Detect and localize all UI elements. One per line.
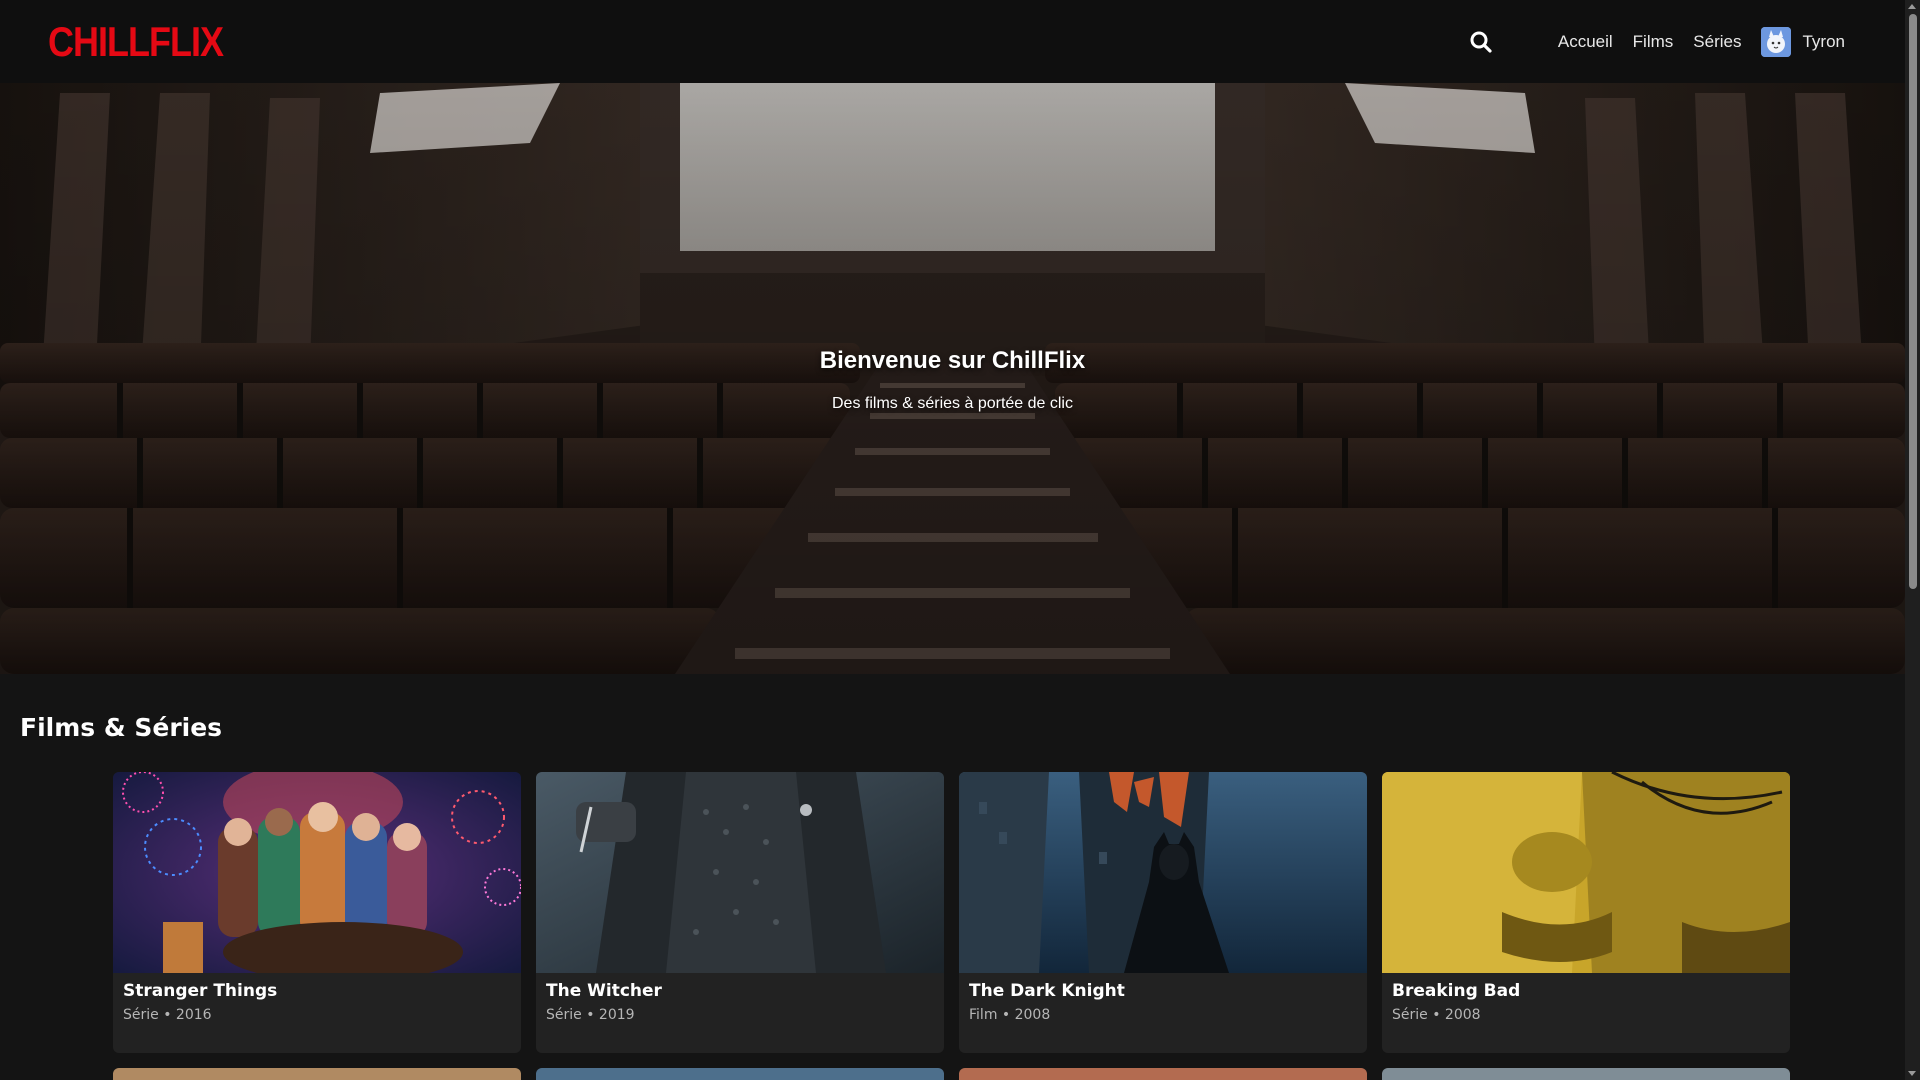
nav-link-films[interactable]: Films (1633, 32, 1674, 52)
card-body: The Dark Knight Film • 2008 (959, 973, 1367, 1031)
card-meta: Série • 2016 (123, 1007, 212, 1023)
card-meta: Série • 2019 (546, 1007, 635, 1023)
nav-link-series[interactable]: Séries (1693, 32, 1741, 52)
cinema-hall-image (0, 83, 1905, 674)
top-navbar: CHILLFLIX Accueil Films Séries Tyron (0, 0, 1905, 83)
page-scrollbar[interactable] (1905, 0, 1920, 1080)
user-name: Tyron (1802, 31, 1845, 51)
poster-image (536, 772, 944, 973)
poster-image (959, 772, 1367, 973)
hero-banner: Bienvenue sur ChillFlix Des films & séri… (0, 83, 1905, 674)
media-card-partial-4[interactable] (1382, 1068, 1790, 1080)
media-grid: Stranger Things Série • 2016 The Witcher… (113, 772, 1793, 1080)
media-card-stranger-things[interactable]: Stranger Things Série • 2016 (113, 772, 521, 1053)
card-title: The Witcher (546, 981, 662, 1001)
scroll-down-arrow-icon[interactable] (1908, 1071, 1916, 1076)
card-title: Breaking Bad (1392, 981, 1521, 1001)
media-card-partial-1[interactable] (113, 1068, 521, 1080)
nav-right: Accueil Films Séries Tyron (1466, 0, 1857, 83)
section-title: Films & Séries (20, 713, 223, 742)
card-body: Stranger Things Série • 2016 (113, 973, 521, 1031)
card-meta: Film • 2008 (969, 1007, 1051, 1023)
scroll-up-arrow-icon[interactable] (1908, 4, 1916, 9)
user-profile[interactable]: Tyron (1761, 26, 1845, 57)
media-card-partial-2[interactable] (536, 1068, 944, 1080)
media-card-breaking-bad[interactable]: Breaking Bad Série • 2008 (1382, 772, 1790, 1053)
nav-link-accueil[interactable]: Accueil (1558, 32, 1613, 52)
poster-image (1382, 1068, 1790, 1080)
scroll-thumb[interactable] (1909, 14, 1917, 589)
card-body: Breaking Bad Série • 2008 (1382, 973, 1790, 1031)
card-title: The Dark Knight (969, 981, 1125, 1001)
poster-image (113, 772, 521, 973)
avatar-icon (1761, 26, 1792, 57)
poster-image (536, 1068, 944, 1080)
search-icon[interactable] (1466, 27, 1496, 57)
card-title: Stranger Things (123, 981, 278, 1001)
media-card-partial-3[interactable] (959, 1068, 1367, 1080)
page: CHILLFLIX Accueil Films Séries Tyron Bie… (0, 0, 1905, 1080)
media-card-the-dark-knight[interactable]: The Dark Knight Film • 2008 (959, 772, 1367, 1053)
poster-image (1382, 772, 1790, 973)
chillflix-logo[interactable]: CHILLFLIX (48, 17, 224, 65)
hero-subtitle: Des films & séries à portée de clic (832, 395, 1073, 412)
poster-image (113, 1068, 521, 1080)
card-body: The Witcher Série • 2019 (536, 973, 944, 1031)
poster-image (959, 1068, 1367, 1080)
hero-title: Bienvenue sur ChillFlix (819, 347, 1086, 374)
media-card-the-witcher[interactable]: The Witcher Série • 2019 (536, 772, 944, 1053)
card-meta: Série • 2008 (1392, 1007, 1481, 1023)
